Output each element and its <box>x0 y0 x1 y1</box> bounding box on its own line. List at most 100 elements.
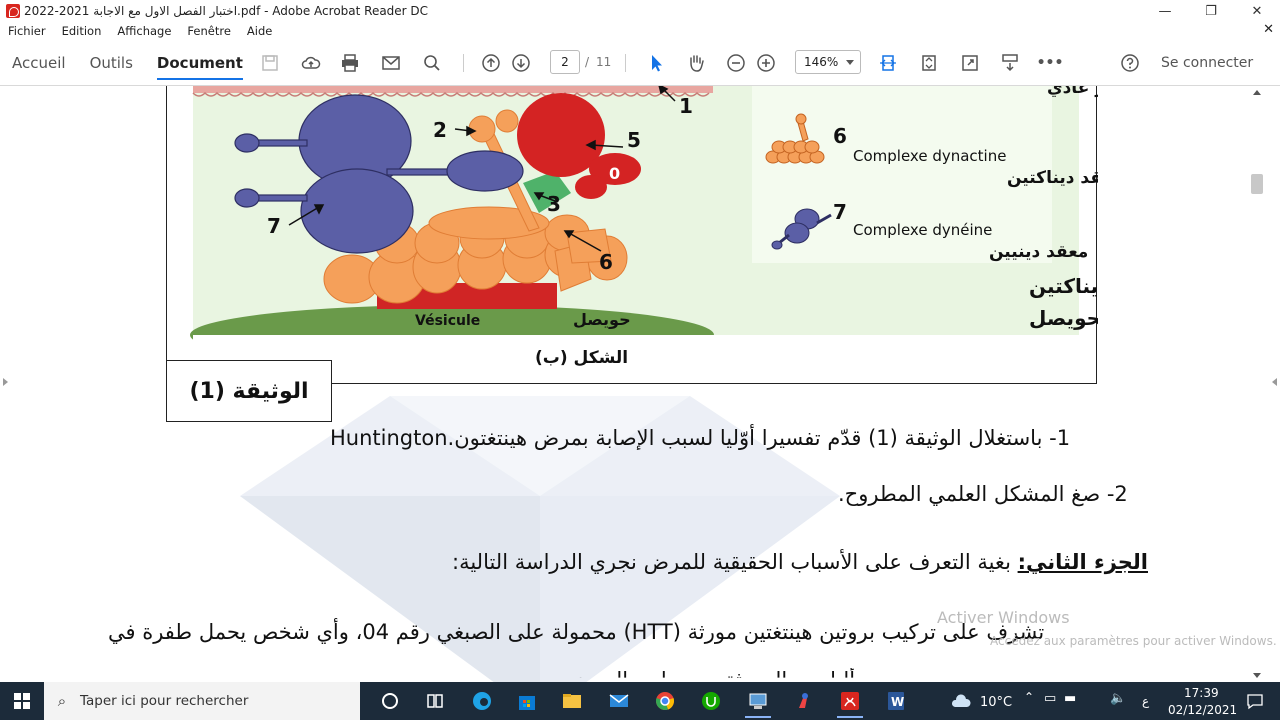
zoom-level-value: 146% <box>804 55 839 69</box>
document-label: الوثيقة (1) <box>189 378 309 404</box>
page-number-input[interactable]: 2 <box>550 50 580 74</box>
battery-icon[interactable]: ▬ <box>1064 691 1076 706</box>
menu-fichier[interactable]: Fichier <box>0 24 54 38</box>
svg-text:W: W <box>891 695 904 709</box>
menu-fenetre[interactable]: Fenêtre <box>179 24 238 38</box>
acrobat-reader-icon[interactable] <box>833 684 867 718</box>
activation-watermark-title: Activer Windows <box>937 608 1070 627</box>
question-2: 2- صغ المشكل العلمي المطروح. <box>838 482 1128 506</box>
legend-dynein-fr: Complexe dynéine <box>853 221 992 239</box>
page-separator: / <box>585 55 590 69</box>
edge-browser-icon[interactable] <box>465 684 499 718</box>
notifications-icon[interactable] <box>1238 684 1272 718</box>
mail-icon[interactable] <box>602 684 636 718</box>
upwork-icon[interactable] <box>694 684 728 718</box>
weather-cloud-icon <box>944 684 978 718</box>
paragraph-line-1: تشرف على تركيب بروتين هينتغتين مورثة (HT… <box>108 620 1045 644</box>
legend-number-7: 7 <box>833 200 847 224</box>
chrome-icon[interactable] <box>648 684 682 718</box>
previous-page-icon[interactable] <box>479 51 503 75</box>
paint-icon[interactable] <box>787 684 821 718</box>
task-view-icon[interactable] <box>418 684 452 718</box>
hand-tool-icon[interactable] <box>684 51 708 75</box>
zoom-level-dropdown[interactable]: 146% <box>795 50 861 74</box>
file-explorer-icon[interactable] <box>555 684 589 718</box>
menu-edition[interactable]: Edition <box>54 24 110 38</box>
maximize-button[interactable]: ❐ <box>1188 0 1234 22</box>
part-2-title: الجزء الثاني: <box>1017 550 1148 574</box>
title-bar: اختبار الفصل الاول مع الاجابة 2021-2022.… <box>0 0 1280 22</box>
email-icon[interactable] <box>379 51 403 75</box>
next-page-icon[interactable] <box>509 51 533 75</box>
print-icon[interactable] <box>338 51 362 75</box>
help-icon[interactable] <box>1118 51 1142 75</box>
toolbar-divider <box>463 54 464 72</box>
caption-line-2: ضروي لنقل الحويصل <box>1029 306 1098 331</box>
legend-number-6: 6 <box>833 124 847 148</box>
part-2-text: بغية التعرف على الأسباب الحقيقية للمرض ن… <box>452 550 1018 574</box>
document-viewport[interactable]: 1 2 3 5 6 7 0 بروتين هينتغتين غير عادي <box>0 86 1280 682</box>
store-icon[interactable] <box>510 684 544 718</box>
remote-desktop-icon[interactable] <box>741 684 775 718</box>
menu-bar: Fichier Edition Affichage Fenêtre Aide ✕ <box>0 22 1280 40</box>
scrollbar-thumb[interactable] <box>1251 174 1263 194</box>
search-icon[interactable] <box>420 51 444 75</box>
dynactin-head-2 <box>495 109 519 133</box>
fit-page-icon[interactable] <box>876 51 900 75</box>
acrobat-logo-icon <box>6 4 20 18</box>
vertical-scrollbar[interactable] <box>1250 86 1264 682</box>
scroll-down-icon[interactable] <box>1253 673 1261 678</box>
menu-affichage[interactable]: Affichage <box>109 24 179 38</box>
legend-huntingtin-label: بروتين هينتغتين غير عادي <box>1047 86 1098 98</box>
figure-frame: 1 2 3 5 6 7 0 بروتين هينتغتين غير عادي <box>166 86 1098 384</box>
figure-label-3: 3 <box>547 192 561 216</box>
close-button[interactable]: ✕ <box>1234 0 1280 22</box>
clock-date[interactable]: 02/12/2021 <box>1168 703 1237 717</box>
right-panel-toggle-icon[interactable] <box>1272 378 1277 386</box>
scroll-up-icon[interactable] <box>1253 90 1261 95</box>
sign-in-link[interactable]: Se connecter <box>1161 55 1253 71</box>
zoom-out-icon[interactable] <box>724 51 748 75</box>
windows-logo-icon <box>14 693 30 709</box>
figure-label-2: 2 <box>433 118 447 142</box>
figure-label-5: 5 <box>627 128 641 152</box>
window-title: اختبار الفصل الاول مع الاجابة 2021-2022.… <box>24 4 429 18</box>
network-icon[interactable]: ▭ <box>1044 691 1056 706</box>
figure-label-1: 1 <box>679 94 693 118</box>
tab-document[interactable]: Document <box>145 40 255 86</box>
weather-temperature[interactable]: 10°C <box>980 695 1012 710</box>
tab-accueil[interactable]: Accueil <box>0 40 78 86</box>
rotate-page-icon[interactable] <box>917 51 941 75</box>
figure-label-7: 7 <box>267 214 281 238</box>
full-screen-icon[interactable] <box>958 51 982 75</box>
figure-label-6: 6 <box>599 250 613 274</box>
volume-icon[interactable]: 🔈 <box>1110 691 1126 706</box>
menu-aide[interactable]: Aide <box>239 24 280 38</box>
clock-time[interactable]: 17:39 <box>1184 686 1219 700</box>
chevron-down-icon <box>846 60 854 65</box>
select-cursor-icon[interactable] <box>644 51 668 75</box>
toolbar: Accueil Outils Document <box>0 40 1280 86</box>
document-label-box: الوثيقة (1) <box>166 360 332 422</box>
minimize-button[interactable]: — <box>1142 0 1188 22</box>
save-icon[interactable] <box>258 51 282 75</box>
toolbar-divider <box>625 54 626 72</box>
upload-cloud-icon[interactable] <box>299 51 323 75</box>
activation-watermark-text: Accédez aux paramètres pour activer Wind… <box>990 634 1277 648</box>
left-panel-toggle-icon[interactable] <box>3 378 8 386</box>
page-total: 11 <box>596 55 612 69</box>
zoom-in-icon[interactable] <box>754 51 778 75</box>
input-language[interactable]: ع <box>1142 694 1149 708</box>
taskbar-search-box[interactable]: ⌕ Taper ici pour rechercher <box>44 682 360 720</box>
cortana-icon[interactable] <box>373 684 407 718</box>
legend-dynein-ar: معقد دينيين <box>989 242 1088 262</box>
start-button[interactable] <box>0 682 44 720</box>
document-close-button[interactable]: ✕ <box>1263 22 1274 37</box>
tray-chevron-icon[interactable]: ⌃ <box>1024 690 1034 704</box>
dynactin-head <box>468 115 496 143</box>
legend-dynactin-ar: معقد ديناكتين <box>1007 168 1098 188</box>
more-tools-icon[interactable]: ••• <box>1037 51 1064 75</box>
scroll-mode-icon[interactable] <box>998 51 1022 75</box>
tab-outils[interactable]: Outils <box>78 40 145 86</box>
word-icon[interactable]: W <box>879 684 913 718</box>
